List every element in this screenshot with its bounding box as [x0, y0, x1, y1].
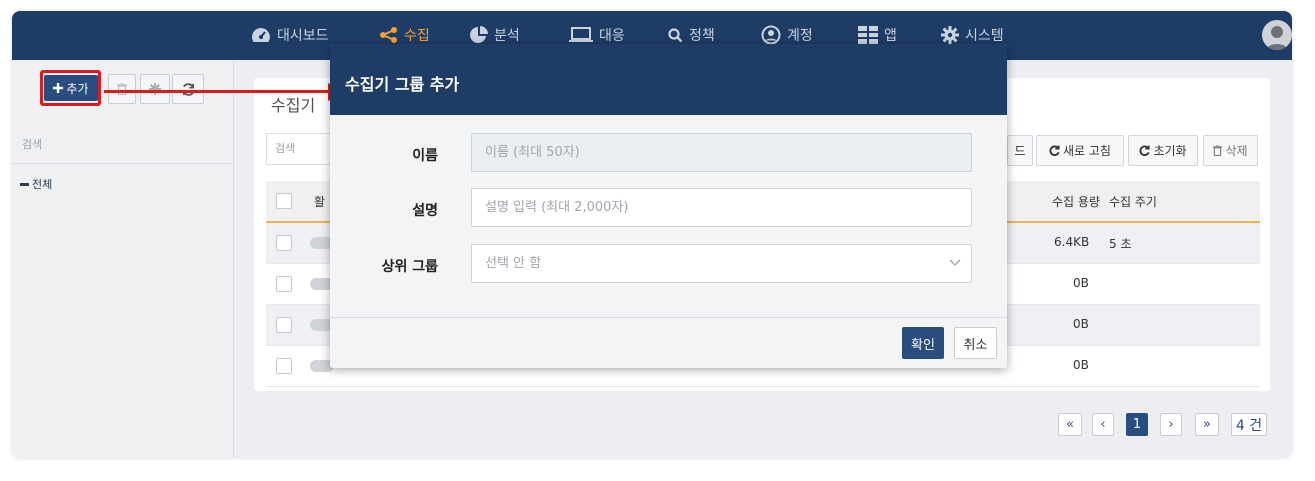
user-circle-icon [761, 25, 781, 45]
description-input[interactable]: 설명 입력 (최대 2,000자) [471, 188, 972, 227]
pie-chart-icon [470, 26, 488, 43]
gear-icon [941, 26, 959, 44]
table-search-input[interactable]: 검색 [266, 133, 336, 165]
nav-label: 분석 [494, 28, 520, 44]
chevron-down-icon [949, 259, 961, 266]
annotation-arrow-line [104, 90, 330, 93]
refresh-button[interactable]: 새로 고침 [1036, 135, 1124, 166]
reset-button[interactable]: 초기화 [1128, 135, 1198, 166]
size-cell: 0B [1073, 358, 1089, 372]
user-avatar-icon [1266, 26, 1288, 50]
page-next-button[interactable]: › [1160, 413, 1182, 436]
select-all-checkbox[interactable] [276, 193, 292, 209]
nav-label: 수집 [404, 28, 430, 44]
collapse-icon [20, 182, 29, 186]
name-input[interactable]: 이름 (최대 50자) [471, 133, 972, 172]
dashboard-icon [252, 28, 270, 42]
total-count: 4 건 [1231, 413, 1267, 436]
period-cell: 5 초 [1109, 237, 1132, 251]
sidebar-search-input[interactable]: 검색 [12, 134, 233, 164]
dialog-header: 수집기 그룹 추가 [330, 44, 1007, 115]
row-checkbox[interactable] [276, 317, 292, 333]
delete-button[interactable]: 삭제 [1203, 135, 1258, 166]
dialog-footer-divider [330, 317, 1007, 318]
column-active[interactable]: 활 [314, 193, 325, 210]
nav-label: 계정 [787, 28, 813, 44]
row-checkbox[interactable] [276, 235, 292, 251]
refresh-icon [182, 82, 194, 96]
search-icon [668, 27, 683, 42]
page-first-button[interactable]: « [1058, 413, 1082, 436]
avatar[interactable] [1262, 20, 1292, 50]
parent-group-label: 상위 그룹 [381, 259, 438, 275]
reset-button-label: 초기화 [1153, 144, 1187, 158]
settings-group-button[interactable] [140, 74, 170, 104]
description-label: 설명 [412, 203, 438, 219]
trash-icon [1213, 145, 1223, 156]
nav-item-system[interactable]: 시스템 [941, 24, 1004, 46]
nav-item-response[interactable]: 대응 [569, 24, 625, 46]
partial-button[interactable]: 드 [1007, 135, 1033, 166]
nav-label: 앱 [884, 28, 897, 44]
column-size[interactable]: 수집 용량 [1052, 193, 1100, 210]
laptop-icon [569, 27, 593, 42]
page-current-button[interactable]: 1 [1126, 413, 1148, 436]
cancel-button[interactable]: 취소 [954, 327, 997, 359]
refresh-button-label: 새로 고침 [1063, 144, 1111, 158]
nav-item-dashboard[interactable]: 대시보드 [251, 24, 329, 46]
add-button-highlight [40, 70, 101, 106]
page-last-button[interactable]: » [1195, 413, 1219, 436]
column-period[interactable]: 수집 주기 [1109, 193, 1157, 210]
nav-item-collect[interactable]: 수집 [380, 24, 430, 46]
group-sidebar: 추가 검색 전체 [12, 60, 234, 458]
nav-label: 시스템 [965, 28, 1004, 44]
tree-node-root[interactable]: 전체 [20, 176, 52, 192]
nav-label: 대시보드 [277, 28, 329, 44]
refresh-icon [1139, 145, 1151, 156]
size-cell: 0B [1073, 317, 1089, 331]
page-prev-button[interactable]: ‹ [1092, 413, 1114, 436]
row-checkbox[interactable] [276, 276, 292, 292]
nav-label: 대응 [599, 28, 625, 44]
panel-title: 수집기 [271, 96, 316, 115]
parent-group-value: 선택 안 함 [485, 256, 542, 271]
nav-label: 정책 [689, 28, 715, 44]
partial-button-label: 드 [1014, 144, 1026, 158]
confirm-button[interactable]: 확인 [902, 327, 944, 359]
nav-item-apps[interactable]: 앱 [858, 24, 897, 46]
parent-group-select[interactable]: 선택 안 함 [471, 244, 972, 283]
gear-icon [149, 83, 161, 95]
dialog-title: 수집기 그룹 추가 [345, 75, 460, 94]
refresh-tree-button[interactable] [172, 74, 204, 104]
row-checkbox[interactable] [276, 358, 292, 374]
nav-item-account[interactable]: 계정 [761, 24, 813, 46]
share-icon [380, 27, 397, 43]
refresh-icon [1049, 145, 1060, 156]
size-cell: 6.4KB [1054, 235, 1090, 249]
add-group-dialog: 수집기 그룹 추가 이름 이름 (최대 50자) 설명 설명 입력 (최대 2,… [330, 44, 1007, 368]
delete-button-label: 삭제 [1225, 144, 1248, 158]
trash-icon [117, 83, 127, 95]
nav-item-policy[interactable]: 정책 [668, 24, 715, 46]
grid-icon [858, 26, 878, 44]
name-label: 이름 [412, 148, 438, 164]
delete-group-button[interactable] [108, 74, 136, 104]
nav-item-analysis[interactable]: 분석 [470, 24, 520, 46]
size-cell: 0B [1073, 276, 1089, 290]
tree-node-label: 전체 [32, 178, 53, 191]
